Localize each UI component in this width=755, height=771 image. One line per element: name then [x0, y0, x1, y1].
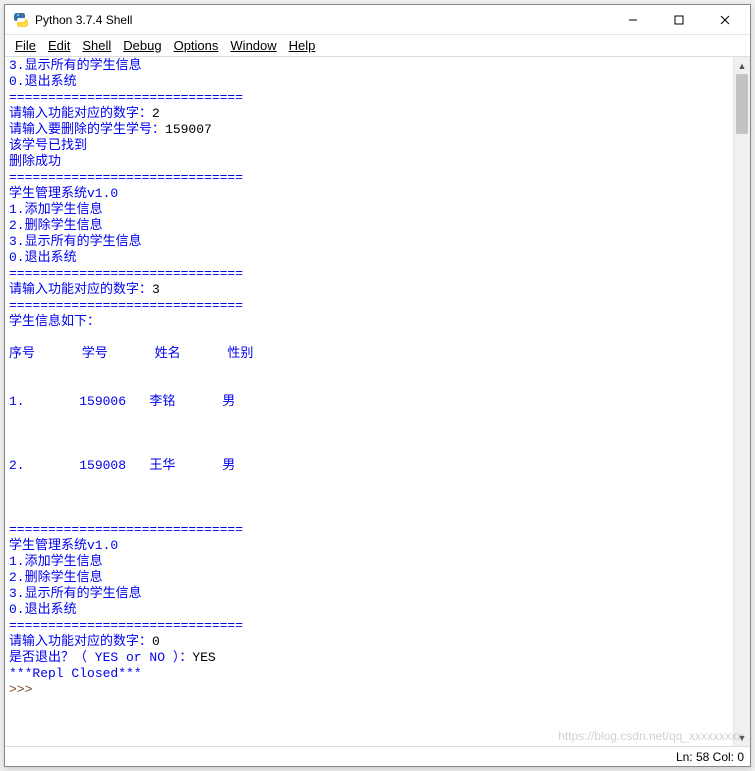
close-button[interactable] [702, 5, 748, 35]
output-line: 3.显示所有的学生信息 [9, 234, 142, 249]
menu-help[interactable]: Help [285, 38, 320, 53]
table-row: 2. 159008 王华 男 [9, 458, 235, 473]
output-line: 1.添加学生信息 [9, 202, 103, 217]
menu-shell[interactable]: Shell [78, 38, 115, 53]
maximize-button[interactable] [656, 5, 702, 35]
content-area: 3.显示所有的学生信息 0.退出系统 =====================… [5, 57, 750, 746]
scroll-up-button[interactable]: ▲ [734, 57, 750, 74]
prompt-text: 请输入功能对应的数字： [9, 282, 152, 297]
output-line: 0.退出系统 [9, 250, 77, 265]
output-line: 0.退出系统 [9, 602, 77, 617]
output-line: 学生管理系统v1.0 [9, 538, 118, 553]
output-line: 3.显示所有的学生信息 [9, 58, 142, 73]
menu-options[interactable]: Options [170, 38, 223, 53]
table-header: 序号 学号 姓名 性别 [9, 346, 253, 361]
output-line: 删除成功 [9, 154, 61, 169]
prompt-text: 请输入功能对应的数字： [9, 634, 152, 649]
cursor-position: Ln: 58 Col: 0 [676, 750, 744, 764]
output-line: 3.显示所有的学生信息 [9, 586, 142, 601]
scroll-thumb[interactable] [736, 74, 748, 134]
python-prompt: >>> [9, 682, 40, 697]
output-line: 0.退出系统 [9, 74, 77, 89]
window-frame: Python 3.7.4 Shell File Edit Shell Debug… [4, 4, 751, 767]
separator-line: ============================== [9, 618, 243, 633]
menu-debug[interactable]: Debug [119, 38, 165, 53]
window-title: Python 3.7.4 Shell [35, 13, 132, 27]
menu-file[interactable]: File [11, 38, 40, 53]
prompt-text: 请输入功能对应的数字： [9, 106, 152, 121]
user-input: 3 [152, 282, 160, 297]
output-line: 2.删除学生信息 [9, 570, 103, 585]
titlebar[interactable]: Python 3.7.4 Shell [5, 5, 750, 35]
user-input: 2 [152, 106, 160, 121]
prompt-text: 是否退出？（ YES or NO ）： [9, 650, 192, 665]
statusbar: Ln: 58 Col: 0 [5, 746, 750, 766]
table-row: 1. 159006 李铭 男 [9, 394, 235, 409]
output-line: 学生信息如下： [9, 314, 100, 329]
separator-line: ============================== [9, 266, 243, 281]
menubar: File Edit Shell Debug Options Window Hel… [5, 35, 750, 57]
output-line: 该学号已找到 [9, 138, 87, 153]
output-line: 1.添加学生信息 [9, 554, 103, 569]
python-icon [13, 12, 29, 28]
vertical-scrollbar[interactable]: ▲ ▼ [733, 57, 750, 746]
separator-line: ============================== [9, 522, 243, 537]
output-line: ***Repl Closed*** [9, 666, 142, 681]
user-input: YES [192, 650, 215, 665]
shell-output[interactable]: 3.显示所有的学生信息 0.退出系统 =====================… [5, 57, 733, 746]
prompt-text: 请输入要删除的学生学号： [9, 122, 165, 137]
minimize-button[interactable] [610, 5, 656, 35]
scroll-track[interactable] [734, 74, 750, 729]
separator-line: ============================== [9, 298, 243, 313]
user-input: 0 [152, 634, 160, 649]
separator-line: ============================== [9, 90, 243, 105]
output-line: 学生管理系统v1.0 [9, 186, 118, 201]
menu-edit[interactable]: Edit [44, 38, 74, 53]
separator-line: ============================== [9, 170, 243, 185]
menu-window[interactable]: Window [226, 38, 280, 53]
scroll-down-button[interactable]: ▼ [734, 729, 750, 746]
user-input: 159007 [165, 122, 212, 137]
output-line: 2.删除学生信息 [9, 218, 103, 233]
